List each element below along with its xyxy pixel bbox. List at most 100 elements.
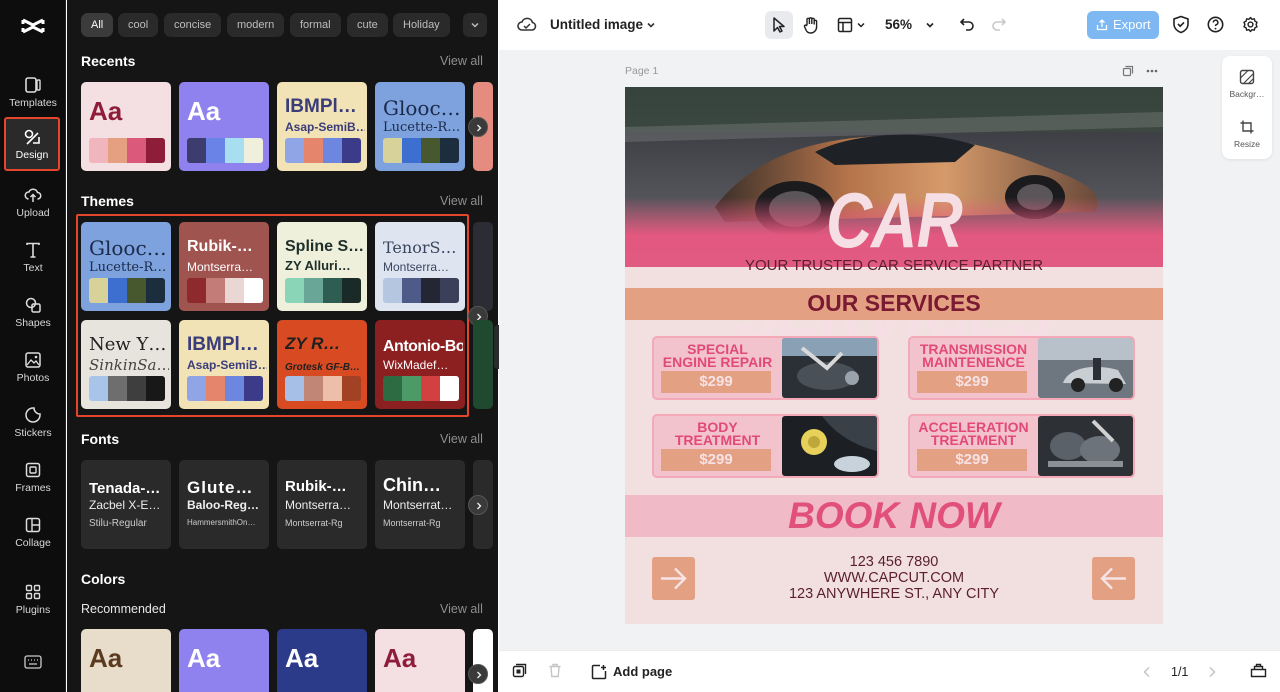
theme-card-2[interactable]: Rubik-… Montserra…	[179, 222, 269, 311]
rail-plugins[interactable]: Plugins	[0, 577, 66, 629]
service-card-transmission[interactable]: TRANSMISSION MAINTENENCE $299	[908, 336, 1135, 400]
card-subtitle: Lucette-R…	[383, 120, 461, 135]
help-icon[interactable]	[1207, 16, 1224, 33]
theme-card-1[interactable]: Glooc… Lucette-R…	[81, 222, 171, 311]
color-card-3[interactable]: Aa	[277, 629, 367, 692]
font-card-2[interactable]: Glute… Baloo-Reg… HammersmithOn…	[179, 460, 269, 549]
service-card-acceleration[interactable]: ACCELERATION TREATMENT $299	[908, 414, 1135, 478]
colors-view-all[interactable]: View all	[440, 602, 483, 616]
service-card-body-treatment[interactable]: BODY TREATMENT $299	[652, 414, 879, 478]
theme-card-4[interactable]: TenorS… Montserra…	[375, 222, 465, 311]
poster-tagline[interactable]: YOUR TRUSTED CAR SERVICE PARTNER	[625, 257, 1163, 274]
rail-collage[interactable]: Collage	[0, 510, 66, 562]
recent-card-3[interactable]: IBMPl… Asap-SemiB…	[277, 82, 367, 171]
font-card-3[interactable]: Rubik-… Montserra… Montserrat-Rg	[277, 460, 367, 549]
prev-page-icon[interactable]	[1142, 666, 1152, 678]
shield-icon[interactable]	[1172, 15, 1190, 34]
fonts-view-all[interactable]: View all	[440, 432, 483, 446]
rail-frames[interactable]: Frames	[0, 455, 66, 507]
font-subtitle: Montserrat…	[383, 498, 453, 512]
filter-chip-modern[interactable]: modern	[227, 13, 285, 37]
undo-icon[interactable]	[959, 16, 975, 32]
poster-address[interactable]: 123 ANYWHERE ST., ANY CITY	[625, 586, 1163, 602]
recent-card-2[interactable]: Aa	[179, 82, 269, 171]
theme-card-peek-2[interactable]	[473, 320, 493, 409]
photos-icon	[25, 352, 41, 368]
recents-next-button[interactable]	[468, 117, 488, 137]
rail-stickers[interactable]: Stickers	[0, 400, 66, 452]
rail-design-label: Design	[15, 149, 49, 161]
filter-chip-holiday[interactable]: Holiday	[393, 13, 450, 37]
theme-card-6[interactable]: IBMPl… Asap-SemiB…	[179, 320, 269, 409]
rail-frames-label: Frames	[15, 482, 51, 494]
rail-templates[interactable]: Templates	[0, 70, 66, 122]
service-card-engine-repair[interactable]: SPECIAL ENGINE REPAIR $299	[652, 336, 879, 400]
page-counter: 1/1	[1171, 665, 1189, 679]
font-card-1[interactable]: Tenada-… Zacbel X-E… Stilu-Regular	[81, 460, 171, 549]
color-card-1[interactable]: Aa	[81, 629, 171, 692]
layout-tool-button[interactable]	[835, 11, 869, 39]
services-heading[interactable]: OUR SERVICES	[625, 290, 1163, 317]
book-now-heading[interactable]: BOOK NOW	[625, 495, 1163, 537]
rail-design[interactable]: Design	[4, 117, 60, 171]
background-tool[interactable]: Backgr…	[1222, 69, 1272, 99]
recent-card-1[interactable]: Aa	[81, 82, 171, 171]
duplicate-page-icon[interactable]	[1122, 65, 1134, 77]
rail-shapes[interactable]: Shapes	[0, 290, 66, 342]
theme-card-8[interactable]: Antonio-Bold WixMadef…	[375, 320, 465, 409]
font-card-4[interactable]: Chin… Montserrat… Montserrat-Rg	[375, 460, 465, 549]
font-title: Rubik-…	[285, 478, 347, 495]
keyboard-shortcuts-icon[interactable]	[24, 655, 42, 669]
resize-tool[interactable]: Resize	[1222, 119, 1272, 149]
themes-view-all[interactable]: View all	[440, 194, 483, 208]
recents-view-all[interactable]: View all	[440, 54, 483, 68]
hand-tool-button[interactable]	[797, 11, 825, 39]
zoom-level[interactable]: 56%	[885, 17, 912, 32]
font-caption: Montserrat-Rg	[285, 518, 343, 528]
page-layers-icon[interactable]	[512, 663, 527, 678]
card-subtitle: Lucette-R…	[89, 260, 167, 275]
fonts-next-button[interactable]	[468, 495, 488, 515]
add-page-icon	[591, 664, 607, 680]
filter-chip-cool[interactable]: cool	[118, 13, 159, 37]
redo-icon[interactable]	[991, 16, 1007, 32]
background-tool-label: Backgr…	[1229, 89, 1265, 99]
service-price: $299	[917, 371, 1027, 393]
card-subtitle: ZY Alluri…	[285, 258, 351, 273]
card-subtitle: Montserra…	[187, 260, 254, 274]
card-title: Aa	[383, 643, 417, 673]
filter-chip-all[interactable]: All	[81, 13, 114, 37]
filter-chip-formal[interactable]: formal	[290, 13, 341, 37]
cloud-sync-icon[interactable]	[517, 16, 537, 32]
recent-card-4[interactable]: Glooc… Lucette-R…	[375, 82, 465, 171]
filter-chips-expand-button[interactable]	[463, 13, 487, 37]
settings-gear-icon[interactable]	[1242, 16, 1259, 33]
theme-card-3[interactable]: Spline S… ZY Alluri…	[277, 222, 367, 311]
zoom-chevron-down-icon[interactable]	[924, 19, 936, 31]
colors-next-button[interactable]	[468, 664, 488, 684]
theme-card-7[interactable]: ZY R… Grotesk GF-B…	[277, 320, 367, 409]
poster-website[interactable]: WWW.CAPCUT.COM	[625, 570, 1163, 586]
poster-canvas[interactable]: CAR SERVICES YOUR TRUSTED CAR SERVICE PA…	[625, 87, 1163, 624]
rail-upload[interactable]: Upload	[0, 180, 66, 232]
theme-card-5[interactable]: New Y… SinkinSa…	[81, 320, 171, 409]
document-title[interactable]: Untitled image	[550, 17, 643, 32]
frames-icon	[25, 462, 41, 478]
select-tool-button[interactable]	[765, 11, 793, 39]
title-chevron-down-icon[interactable]	[645, 19, 657, 31]
rail-photos[interactable]: Photos	[0, 345, 66, 397]
rail-text[interactable]: Text	[0, 235, 66, 287]
next-page-icon[interactable]	[1207, 666, 1217, 678]
filter-chip-cute[interactable]: cute	[347, 13, 388, 37]
color-card-4[interactable]: Aa	[375, 629, 465, 692]
page-manager-icon[interactable]	[1250, 663, 1267, 678]
export-button[interactable]: Export	[1087, 11, 1159, 39]
more-options-icon[interactable]	[1146, 69, 1158, 73]
trash-icon[interactable]	[548, 663, 562, 678]
filter-chip-concise[interactable]: concise	[164, 13, 222, 37]
poster-phone[interactable]: 123 456 7890	[625, 554, 1163, 570]
theme-card-peek-1[interactable]	[473, 222, 493, 311]
color-card-2[interactable]: Aa	[179, 629, 269, 692]
color-swatches	[89, 376, 165, 401]
color-swatches	[187, 278, 263, 303]
